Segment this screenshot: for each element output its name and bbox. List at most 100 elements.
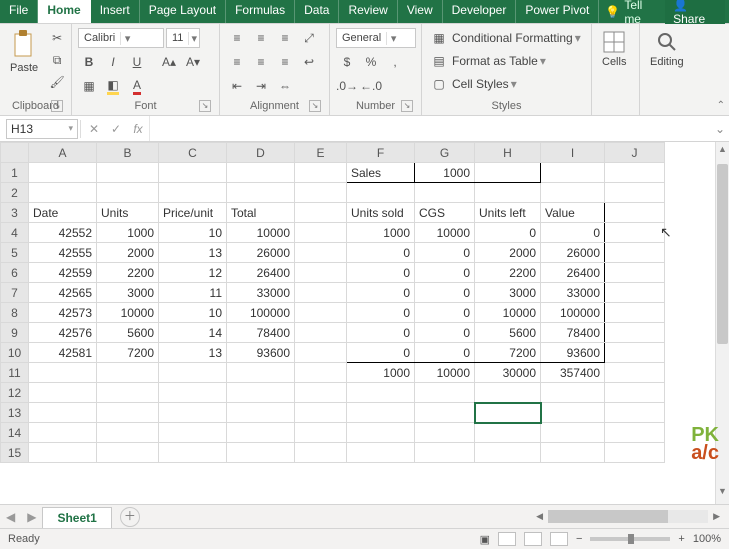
view-page-layout-button[interactable] xyxy=(524,532,542,546)
cell-H3[interactable]: Units left xyxy=(475,203,541,223)
cell-B7[interactable]: 3000 xyxy=(97,283,159,303)
cell-B3[interactable]: Units xyxy=(97,203,159,223)
cell-I8[interactable]: 100000 xyxy=(541,303,605,323)
cell-B1[interactable] xyxy=(97,163,159,183)
zoom-out-button[interactable]: − xyxy=(576,533,582,545)
row-header-3[interactable]: 3 xyxy=(1,203,29,223)
cell-A13[interactable] xyxy=(29,403,97,423)
cell-I15[interactable] xyxy=(541,443,605,463)
cell-H14[interactable] xyxy=(475,423,541,443)
cell-A4[interactable]: 42552 xyxy=(29,223,97,243)
cell-H5[interactable]: 2000 xyxy=(475,243,541,263)
cell-J1[interactable] xyxy=(605,163,665,183)
cell-G12[interactable] xyxy=(415,383,475,403)
row-header-6[interactable]: 6 xyxy=(1,263,29,283)
align-middle-button[interactable]: ≡ xyxy=(250,28,272,48)
cell-D11[interactable] xyxy=(227,363,295,383)
row-header-2[interactable]: 2 xyxy=(1,183,29,203)
cell-C3[interactable]: Price/unit xyxy=(159,203,227,223)
cell-C2[interactable] xyxy=(159,183,227,203)
cell-B6[interactable]: 2200 xyxy=(97,263,159,283)
zoom-slider[interactable] xyxy=(590,537,670,541)
cell-E13[interactable] xyxy=(295,403,347,423)
cell-F15[interactable] xyxy=(347,443,415,463)
bold-button[interactable]: B xyxy=(78,52,100,72)
row-header-10[interactable]: 10 xyxy=(1,343,29,363)
cell-A14[interactable] xyxy=(29,423,97,443)
cell-B13[interactable] xyxy=(97,403,159,423)
fx-button[interactable]: fx xyxy=(127,122,149,136)
cell-C1[interactable] xyxy=(159,163,227,183)
cell-F7[interactable]: 0 xyxy=(347,283,415,303)
increase-decimal-button[interactable]: .0→ xyxy=(336,76,358,96)
cell-D13[interactable] xyxy=(227,403,295,423)
cell-J10[interactable] xyxy=(605,343,665,363)
cell-G11[interactable]: 10000 xyxy=(415,363,475,383)
format-painter-button[interactable]: 🖌 xyxy=(46,72,68,92)
cell-F11[interactable]: 1000 xyxy=(347,363,415,383)
cell-J12[interactable] xyxy=(605,383,665,403)
cell-C9[interactable]: 14 xyxy=(159,323,227,343)
cell-A7[interactable]: 42565 xyxy=(29,283,97,303)
comma-button[interactable]: , xyxy=(384,52,406,72)
cell-G15[interactable] xyxy=(415,443,475,463)
cell-D8[interactable]: 100000 xyxy=(227,303,295,323)
horizontal-scrollbar[interactable]: ◀ ▶ xyxy=(533,510,729,523)
view-page-break-button[interactable] xyxy=(550,532,568,546)
wrap-text-button[interactable]: ↩ xyxy=(298,52,320,72)
cell-E4[interactable] xyxy=(295,223,347,243)
cell-D10[interactable]: 93600 xyxy=(227,343,295,363)
increase-font-button[interactable]: A▴ xyxy=(158,52,180,72)
cell-F8[interactable]: 0 xyxy=(347,303,415,323)
col-header-G[interactable]: G xyxy=(415,143,475,163)
cell-B12[interactable] xyxy=(97,383,159,403)
col-header-C[interactable]: C xyxy=(159,143,227,163)
increase-indent-button[interactable]: ⇥ xyxy=(250,76,272,96)
tab-power-pivot[interactable]: Power Pivot xyxy=(516,0,599,23)
cell-C5[interactable]: 13 xyxy=(159,243,227,263)
row-header-5[interactable]: 5 xyxy=(1,243,29,263)
fill-color-button[interactable]: ◧ xyxy=(102,76,124,96)
cell-D6[interactable]: 26400 xyxy=(227,263,295,283)
cell-D5[interactable]: 26000 xyxy=(227,243,295,263)
cell-F14[interactable] xyxy=(347,423,415,443)
hscroll-thumb[interactable] xyxy=(548,510,668,523)
col-header-H[interactable]: H xyxy=(475,143,541,163)
cell-H13[interactable] xyxy=(475,403,541,423)
cell-E8[interactable] xyxy=(295,303,347,323)
cell-C15[interactable] xyxy=(159,443,227,463)
cell-B4[interactable]: 1000 xyxy=(97,223,159,243)
underline-button[interactable]: U xyxy=(126,52,148,72)
cell-styles-button[interactable]: ▢Cell Styles▾ xyxy=(428,74,517,94)
cell-A5[interactable]: 42555 xyxy=(29,243,97,263)
cell-I13[interactable] xyxy=(541,403,605,423)
cell-G14[interactable] xyxy=(415,423,475,443)
row-header-9[interactable]: 9 xyxy=(1,323,29,343)
sheet-nav-next[interactable]: ▶ xyxy=(21,510,42,524)
cell-I3[interactable]: Value xyxy=(541,203,605,223)
cell-E7[interactable] xyxy=(295,283,347,303)
cell-I2[interactable] xyxy=(541,183,605,203)
conditional-formatting-button[interactable]: ▦Conditional Formatting▾ xyxy=(428,28,581,48)
borders-button[interactable]: ▦ xyxy=(78,76,100,96)
vscroll-down[interactable]: ▼ xyxy=(716,486,729,502)
cell-D3[interactable]: Total xyxy=(227,203,295,223)
cell-C13[interactable] xyxy=(159,403,227,423)
decrease-decimal-button[interactable]: ←.0 xyxy=(360,76,382,96)
cell-C4[interactable]: 10 xyxy=(159,223,227,243)
cell-F12[interactable] xyxy=(347,383,415,403)
row-header-15[interactable]: 15 xyxy=(1,443,29,463)
hscroll-right[interactable]: ▶ xyxy=(710,511,723,522)
tab-insert[interactable]: Insert xyxy=(91,0,140,23)
col-header-B[interactable]: B xyxy=(97,143,159,163)
alignment-launcher[interactable] xyxy=(309,100,321,112)
cell-G2[interactable] xyxy=(415,183,475,203)
tab-view[interactable]: View xyxy=(398,0,443,23)
cell-B15[interactable] xyxy=(97,443,159,463)
cell-G7[interactable]: 0 xyxy=(415,283,475,303)
cell-I7[interactable]: 33000 xyxy=(541,283,605,303)
cell-I9[interactable]: 78400 xyxy=(541,323,605,343)
copy-button[interactable]: ⧉ xyxy=(46,50,68,70)
cell-E12[interactable] xyxy=(295,383,347,403)
cell-H8[interactable]: 10000 xyxy=(475,303,541,323)
